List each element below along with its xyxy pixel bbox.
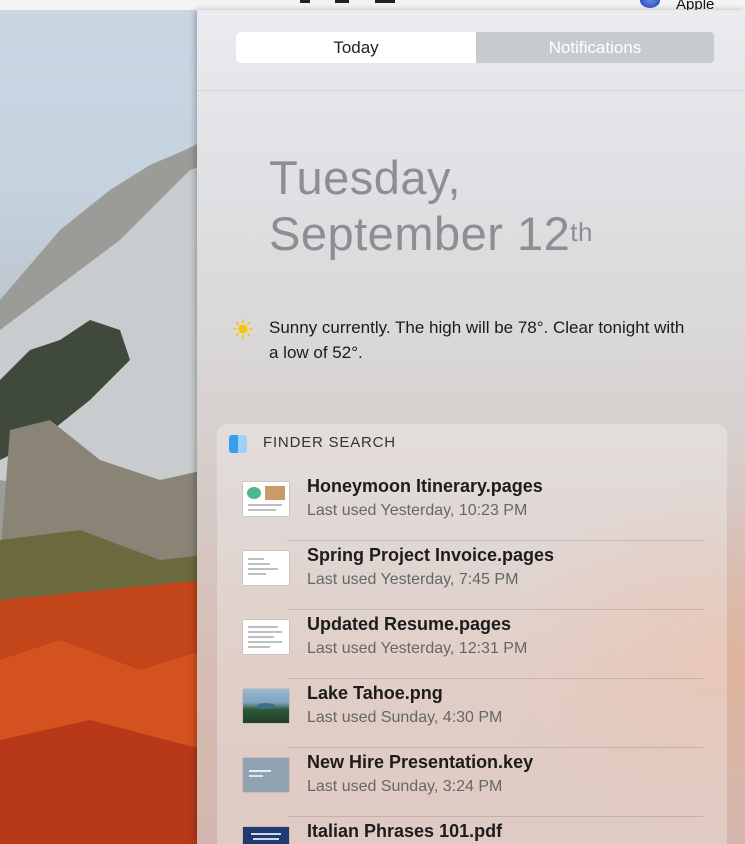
document-thumb [243, 620, 289, 654]
file-last-used: Last used Yesterday, 7:45 PM [307, 571, 519, 588]
date-month-day-text: September 12 [269, 207, 571, 260]
sun-icon [233, 319, 253, 339]
date-ordinal-suffix: th [570, 217, 593, 247]
notification-center-panel: Today Notifications Tuesday, September 1… [197, 10, 745, 844]
widget-header: FINDER SEARCH [217, 424, 727, 464]
widget-title: FINDER SEARCH [263, 434, 396, 451]
menu-bar: Apple [0, 0, 745, 13]
file-name: Italian Phrases 101.pdf [307, 821, 503, 841]
list-item[interactable]: Honeymoon Itinerary.pages Last used Yest… [217, 472, 727, 541]
list-item[interactable]: Italian Phrases 101.pdf [217, 817, 727, 844]
mountain-image [0, 140, 205, 844]
finder-results-list: Honeymoon Itinerary.pages Last used Yest… [217, 472, 727, 844]
keynote-thumb [243, 758, 289, 792]
desktop-wallpaper [0, 0, 205, 844]
file-name: Honeymoon Itinerary.pages [307, 476, 543, 496]
file-last-used: Last used Yesterday, 10:23 PM [307, 502, 528, 519]
list-item[interactable]: Spring Project Invoice.pages Last used Y… [217, 541, 727, 610]
pages-photo-thumb [243, 482, 289, 516]
list-item[interactable]: New Hire Presentation.key Last used Sund… [217, 748, 727, 817]
menubar-status-icon[interactable] [335, 0, 349, 3]
file-name: New Hire Presentation.key [307, 752, 534, 772]
file-name: Lake Tahoe.png [307, 683, 443, 703]
date-month-day: September 12th [269, 206, 593, 262]
file-last-used: Last used Sunday, 4:30 PM [307, 709, 503, 726]
file-name: Updated Resume.pages [307, 614, 512, 634]
view-segmented-control: Today Notifications [236, 32, 714, 63]
pdf-thumb [243, 827, 289, 844]
date-weekday: Tuesday, [269, 151, 462, 204]
date-heading: Tuesday, September 12th [269, 150, 593, 262]
finder-search-widget: FINDER SEARCH Honeymoon Itinerary.pages … [217, 424, 727, 844]
weather-summary: Sunny currently. The high will be 78°. C… [269, 318, 685, 362]
list-item[interactable]: Lake Tahoe.png Last used Sunday, 4:30 PM [217, 679, 727, 748]
finder-icon [229, 435, 247, 453]
menubar-status-icon[interactable] [300, 0, 310, 3]
divider [197, 90, 745, 91]
tab-notifications[interactable]: Notifications [476, 32, 714, 63]
file-last-used: Last used Yesterday, 12:31 PM [307, 640, 528, 657]
file-last-used: Last used Sunday, 3:24 PM [307, 778, 503, 795]
list-item[interactable]: Updated Resume.pages Last used Yesterday… [217, 610, 727, 679]
landscape-thumb [243, 689, 289, 723]
document-thumb [243, 551, 289, 585]
menubar-status-icon[interactable] [375, 0, 395, 3]
file-name: Spring Project Invoice.pages [307, 545, 555, 565]
tab-today[interactable]: Today [236, 32, 476, 63]
profile-icon[interactable] [640, 0, 660, 8]
